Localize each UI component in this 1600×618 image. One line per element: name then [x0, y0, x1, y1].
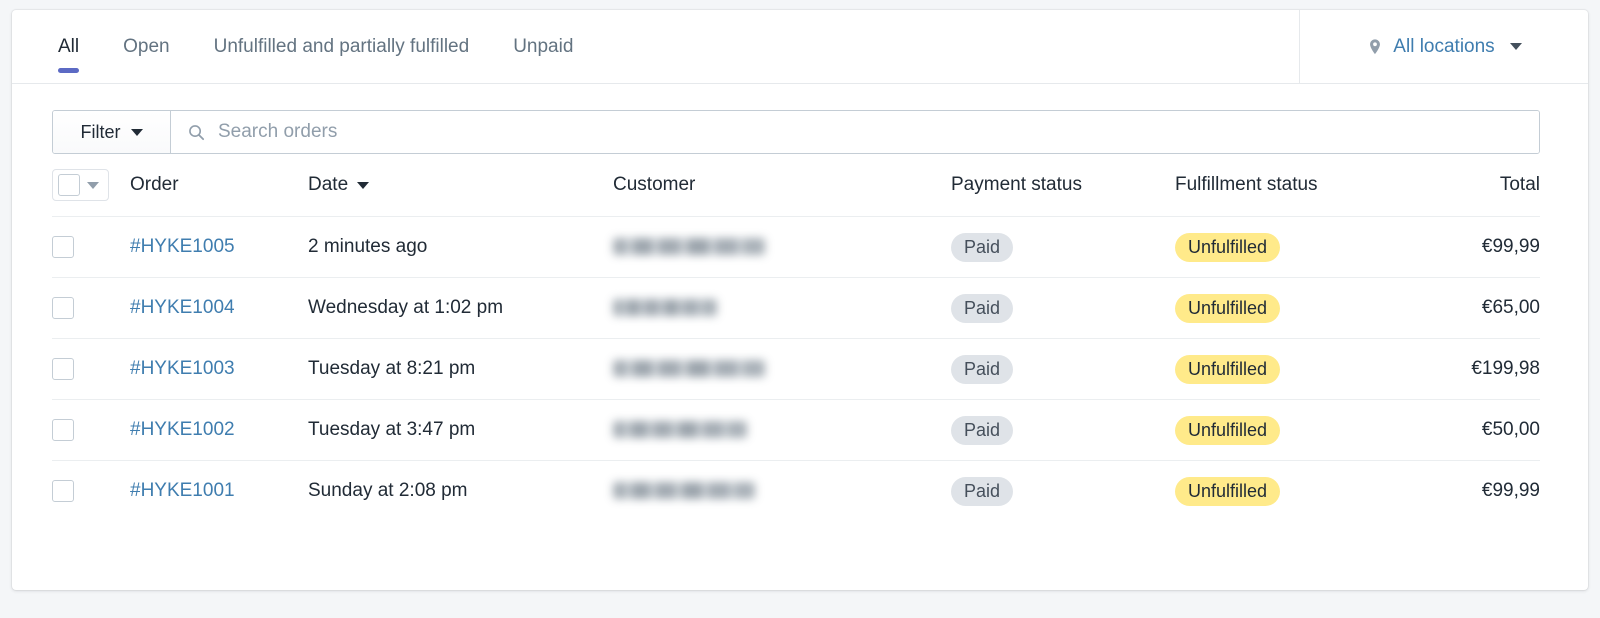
customer-name-redacted — [613, 482, 755, 500]
table-row[interactable]: #HYKE1002 Tuesday at 3:47 pm Paid Unfulfill… — [52, 399, 1540, 460]
column-header-total: Total — [1499, 174, 1540, 195]
order-total: €50,00 — [1481, 419, 1540, 440]
order-total: €99,99 — [1481, 236, 1540, 257]
payment-status-badge: Paid — [951, 293, 1014, 323]
order-number-link[interactable]: #HYKE1005 — [130, 236, 235, 257]
orders-card: All Open Unfulfilled and partially fulfill… — [12, 10, 1588, 590]
fulfillment-status-badge: Unfulfilled — [1175, 476, 1281, 506]
fulfillment-status-badge: Unfulfilled — [1175, 415, 1281, 445]
fulfillment-status-badge: Unfulfilled — [1175, 293, 1281, 323]
search-field-wrapper[interactable]: Search orders — [171, 111, 1539, 153]
customer-name-redacted — [613, 421, 747, 439]
column-header-date: Date — [308, 174, 349, 195]
orders-table-header: Order Date Customer Payment status Fulfi… — [52, 154, 1540, 216]
table-row[interactable]: #HYKE1004 Wednesday at 1:02 pm Paid Unfulfi… — [52, 277, 1540, 338]
order-number-link[interactable]: #HYKE1002 — [130, 419, 235, 440]
row-checkbox[interactable] — [52, 419, 74, 441]
search-placeholder: Search orders — [218, 121, 338, 142]
customer-name-redacted — [613, 299, 717, 317]
table-row[interactable]: #HYKE1005 2 minutes ago Paid Unfulfilled €99… — [52, 216, 1540, 277]
order-date: 2 minutes ago — [308, 236, 428, 257]
column-header-order: Order — [130, 174, 179, 195]
payment-status-badge: Paid — [951, 415, 1014, 445]
select-all-control[interactable] — [52, 169, 109, 201]
row-checkbox[interactable] — [52, 297, 74, 319]
column-header-fulfillment-status: Fulfillment status — [1175, 174, 1318, 195]
tab-unpaid[interactable]: Unpaid — [491, 10, 595, 83]
filter-button[interactable]: Filter — [53, 111, 171, 153]
order-number-link[interactable]: #HYKE1001 — [130, 480, 235, 501]
payment-status-badge: Paid — [951, 232, 1014, 262]
column-header-payment-status: Payment status — [951, 174, 1082, 195]
sort-desc-caret-icon — [357, 181, 370, 189]
order-status-tabs: All Open Unfulfilled and partially fulfill… — [12, 10, 1300, 83]
chevron-down-icon[interactable] — [87, 181, 99, 189]
location-selector[interactable]: All locations — [1300, 10, 1588, 83]
order-date: Tuesday at 8:21 pm — [308, 358, 476, 379]
location-pin-icon — [1366, 38, 1384, 56]
fulfillment-status-badge: Unfulfilled — [1175, 232, 1281, 262]
payment-status-badge: Paid — [951, 476, 1014, 506]
tab-unfulfilled-and-partially-fulfilled[interactable]: Unfulfilled and partially fulfilled — [192, 10, 492, 83]
row-checkbox[interactable] — [52, 358, 74, 380]
order-date: Tuesday at 3:47 pm — [308, 419, 476, 440]
search-icon — [187, 123, 206, 142]
location-label: All locations — [1393, 35, 1495, 57]
orders-table: Order Date Customer Payment status Fulfi… — [52, 154, 1540, 521]
order-date: Sunday at 2:08 pm — [308, 480, 468, 501]
row-checkbox[interactable] — [52, 236, 74, 258]
tab-open[interactable]: Open — [101, 10, 191, 83]
orders-tabbar: All Open Unfulfilled and partially fulfill… — [12, 10, 1588, 84]
filter-search-bar: Filter Search orders — [52, 110, 1540, 154]
filter-button-label: Filter — [80, 121, 121, 142]
customer-name-redacted — [613, 360, 765, 378]
tab-all[interactable]: All — [36, 10, 101, 83]
table-row[interactable]: #HYKE1003 Tuesday at 8:21 pm Paid Unfulfill… — [52, 338, 1540, 399]
row-checkbox[interactable] — [52, 480, 74, 502]
chevron-down-icon — [1509, 43, 1522, 50]
order-date: Wednesday at 1:02 pm — [308, 297, 504, 318]
order-total: €199,98 — [1471, 358, 1540, 379]
order-number-link[interactable]: #HYKE1003 — [130, 358, 235, 379]
orders-table-body: #HYKE1005 2 minutes ago Paid Unfulfilled €99… — [52, 216, 1540, 521]
order-total: €99,99 — [1481, 480, 1540, 501]
customer-name-redacted — [613, 238, 765, 256]
select-all-checkbox[interactable] — [58, 174, 80, 196]
select-all-cell — [52, 169, 130, 201]
chevron-down-icon — [130, 128, 143, 136]
order-number-link[interactable]: #HYKE1004 — [130, 297, 235, 318]
column-header-date-sort[interactable]: Date — [308, 174, 370, 196]
fulfillment-status-badge: Unfulfilled — [1175, 354, 1281, 384]
payment-status-badge: Paid — [951, 354, 1014, 384]
column-header-customer: Customer — [613, 174, 696, 195]
table-row[interactable]: #HYKE1001 Sunday at 2:08 pm Paid Unfulfille… — [52, 460, 1540, 521]
order-total: €65,00 — [1481, 297, 1540, 318]
